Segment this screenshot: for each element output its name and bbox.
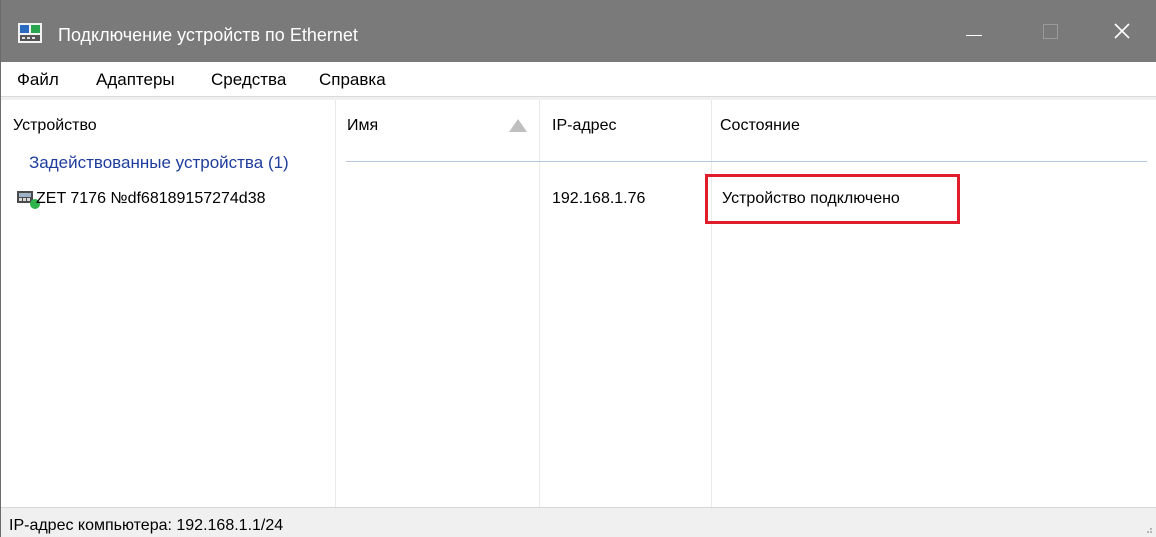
minimize-button[interactable]: [945, 0, 1003, 62]
menu-bar: Файл Адаптеры Средства Справка: [1, 62, 1156, 96]
status-bar: IP-адрес компьютера: 192.168.1.1/24: [1, 507, 1156, 537]
column-separator-1[interactable]: [335, 100, 336, 507]
resize-grip-icon[interactable]: [1143, 524, 1153, 534]
minimize-icon: [966, 34, 982, 36]
menu-adapters[interactable]: Адаптеры: [96, 69, 175, 91]
state-highlight-box: [705, 174, 960, 224]
column-header-state[interactable]: Состояние: [720, 116, 800, 136]
status-text: IP-адрес компьютера: 192.168.1.1/24: [9, 517, 284, 534]
maximize-icon: [1042, 23, 1058, 39]
maximize-button[interactable]: [1021, 0, 1079, 62]
column-header-name[interactable]: Имя: [347, 116, 378, 136]
group-header-active-devices[interactable]: Задействованные устройства (1): [29, 152, 289, 174]
device-ip-cell: 192.168.1.76: [552, 190, 646, 207]
column-header-ip[interactable]: IP-адрес: [552, 116, 616, 136]
device-name-cell: ZET 7176 №df68189157274d38: [36, 190, 266, 207]
menu-file[interactable]: Файл: [17, 69, 59, 91]
close-button[interactable]: [1093, 0, 1151, 62]
title-bar[interactable]: Подключение устройств по Ethernet: [1, 0, 1156, 62]
main-window: Подключение устройств по Ethernet Файл А…: [0, 0, 1156, 537]
sort-ascending-icon: [509, 119, 527, 132]
menu-help[interactable]: Справка: [319, 69, 386, 91]
window-title: Подключение устройств по Ethernet: [58, 25, 358, 45]
network-device-icon: [18, 23, 42, 43]
group-divider: [346, 161, 1147, 162]
menu-tools[interactable]: Средства: [211, 69, 286, 91]
column-header-device[interactable]: Устройство: [13, 116, 97, 136]
close-icon: [1114, 23, 1130, 39]
